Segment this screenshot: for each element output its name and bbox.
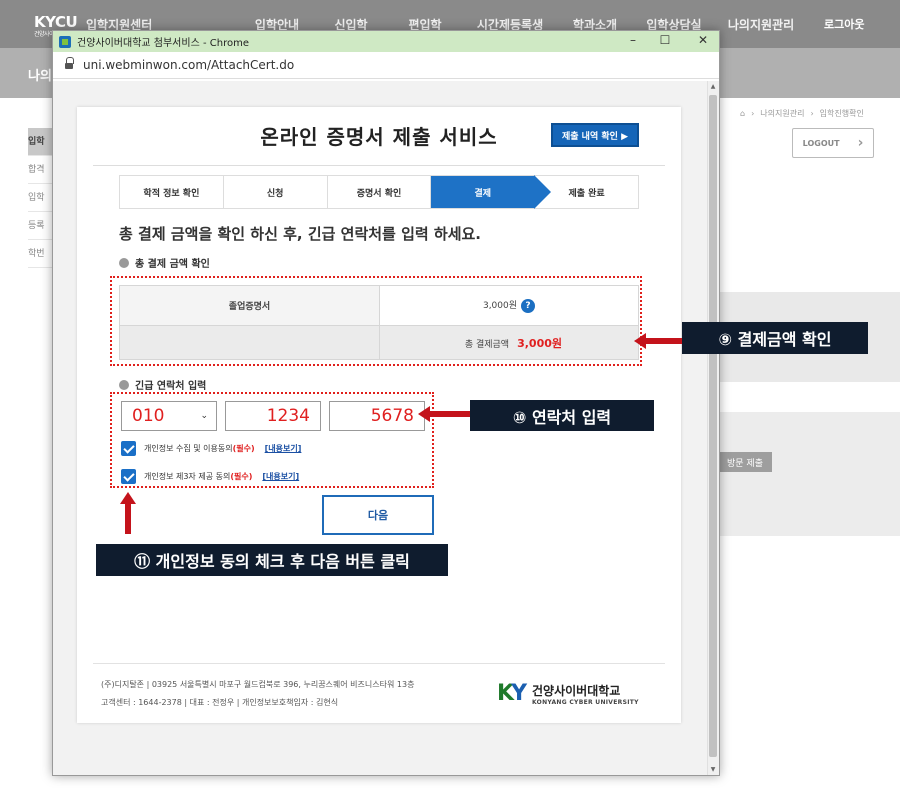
site-sidebar: 입학 합격 입학 등록 학번 <box>28 128 54 268</box>
window-titlebar[interactable]: 건양사이버대학교 첨부서비스 - Chrome – ☐ ✕ <box>53 31 719 52</box>
brand-name: 건양사이버대학교 KONYANG CYBER UNIVERSITY <box>532 682 639 706</box>
arrow-left-icon <box>418 406 470 422</box>
footer-address: (주)디지탈존 | 03925 서울특별시 마포구 월드컵북로 396, 누리꿈… <box>101 680 415 689</box>
instruction-text: 총 결제 금액을 확인 하신 후, 긴급 연락처를 입력 하세요. <box>119 225 481 243</box>
callout-10: ⑩ 연락처 입력 <box>470 400 654 431</box>
arrow-up-icon <box>120 492 136 534</box>
bullet-icon <box>119 379 129 390</box>
step-cert-check: 증명서 확인 <box>327 176 432 208</box>
url-text[interactable]: uni.webminwon.com/AttachCert.do <box>83 58 294 72</box>
footer-contact: 고객센터 : 1644-2378 | 대표 : 전정우 | 개인정보보호책임자 … <box>101 698 339 707</box>
sidebar-item[interactable]: 입학 <box>28 184 54 212</box>
vertical-scrollbar[interactable]: ▲ ▼ <box>707 81 719 775</box>
minimize-icon[interactable]: – <box>623 33 643 47</box>
site-logout-link[interactable]: 로그아웃 <box>824 16 864 32</box>
logout-button[interactable]: LOGOUT › <box>792 128 874 158</box>
university-logo: KY 건양사이버대학교 KONYANG CYBER UNIVERSITY <box>497 681 639 706</box>
bullet-icon <box>119 257 129 268</box>
callout-11: ⑪ 개인정보 동의 체크 후 다음 버튼 클릭 <box>96 544 448 576</box>
highlight-contact-box <box>110 392 434 488</box>
breadcrumb-sep-icon: › <box>751 109 755 118</box>
breadcrumb-item[interactable]: 입학진행확인 <box>820 108 864 119</box>
highlight-amount-box <box>110 276 642 366</box>
sidebar-item[interactable]: 학번 <box>28 240 54 268</box>
divider <box>93 663 665 664</box>
step-apply: 신청 <box>223 176 328 208</box>
amount-section-label: 총 결제 금액 확인 <box>135 259 210 270</box>
arrow-left-icon <box>634 333 682 349</box>
sidebar-item[interactable]: 입학 <box>28 128 54 156</box>
scroll-up-icon[interactable]: ▲ <box>709 83 717 90</box>
site-panel <box>720 412 900 536</box>
site-band-title: 나의 <box>28 69 52 84</box>
contact-section-heading: 긴급 연락처 입력 <box>119 377 206 392</box>
lock-icon <box>65 56 74 70</box>
favicon-icon <box>59 35 71 48</box>
progress-steps: 학적 정보 확인 신청 증명서 확인 결제 제출 완료 <box>119 175 639 209</box>
logout-button-label: LOGOUT <box>802 138 840 148</box>
home-icon[interactable]: ⌂ <box>740 109 745 118</box>
visit-submit-button[interactable]: 방문 제출 <box>718 452 772 472</box>
site-menu-item[interactable]: 나의지원관리 <box>716 16 806 33</box>
sidebar-item[interactable]: 등록 <box>28 212 54 240</box>
step-info-check: 학적 정보 확인 <box>120 176 224 208</box>
maximize-icon[interactable]: ☐ <box>655 33 675 47</box>
contact-section-label: 긴급 연락처 입력 <box>135 381 207 392</box>
divider <box>93 165 665 166</box>
history-button[interactable]: 제출 내역 확인 ▶ <box>551 123 639 147</box>
window-title: 건양사이버대학교 첨부서비스 - Chrome <box>77 38 249 49</box>
callout-9: ⑨ 결제금액 확인 <box>682 322 868 354</box>
chevron-right-icon: › <box>857 135 864 151</box>
breadcrumb-sep-icon: › <box>810 109 814 118</box>
sidebar-item[interactable]: 합격 <box>28 156 54 184</box>
next-button[interactable]: 다음 <box>322 495 434 535</box>
address-bar[interactable]: uni.webminwon.com/AttachCert.do <box>53 52 719 79</box>
brand-name-en: KONYANG CYBER UNIVERSITY <box>532 698 639 706</box>
breadcrumb: ⌂ › 나의지원관리 › 입학진행확인 <box>740 108 864 119</box>
breadcrumb-item[interactable]: 나의지원관리 <box>760 108 804 119</box>
scroll-down-icon[interactable]: ▼ <box>709 766 717 773</box>
amount-section-heading: 총 결제 금액 확인 <box>119 255 210 270</box>
close-icon[interactable]: ✕ <box>693 33 713 47</box>
brand-name-ko: 건양사이버대학교 <box>532 683 621 698</box>
step-payment: 결제 <box>431 175 551 209</box>
scroll-thumb[interactable] <box>709 95 717 757</box>
ky-logo-icon: KY <box>497 681 527 706</box>
